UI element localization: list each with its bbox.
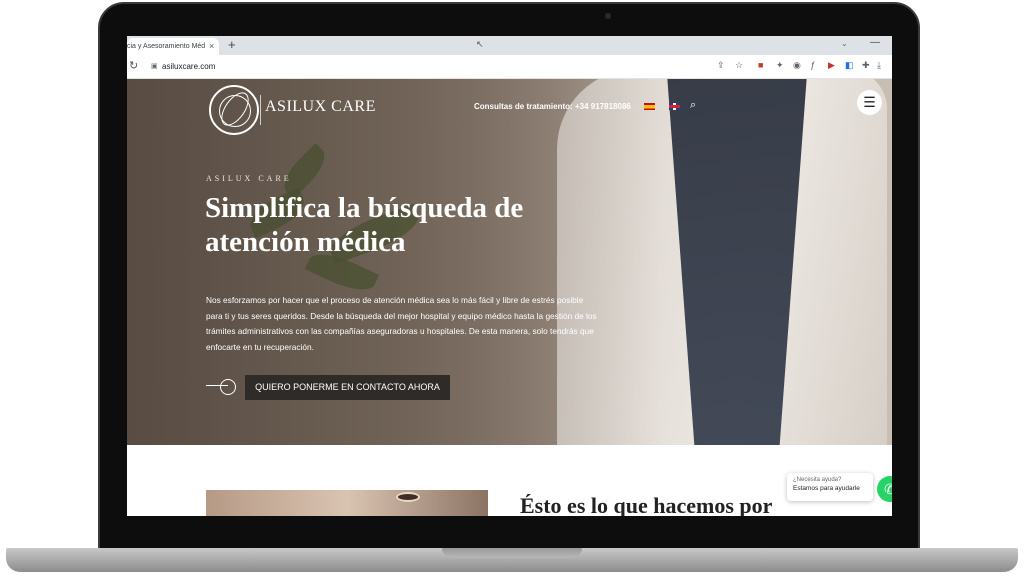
laptop-screen: cia y Asesoramiento Méd × + ↖ ⌄ — ↻ ▣ as… (127, 36, 892, 516)
hero-overlay (127, 79, 892, 445)
contact-now-button[interactable]: QUIERO PONERME EN CONTACTO AHORA (245, 375, 450, 400)
translate-extension-icon[interactable]: ◧ (845, 60, 854, 71)
extensions-icon[interactable]: ✚ (862, 60, 870, 71)
help-bubble-question: ¿Necesita ayuda? (793, 477, 842, 483)
logo-text[interactable]: ASILUX CARE (265, 98, 376, 116)
tab-title: cia y Asesoramiento Méd (127, 43, 206, 50)
services-section: Ésto es lo que hacemos por ¿Necesita ayu… (127, 445, 892, 516)
browser-toolbar: ↻ ▣ asiluxcare.com ⇪ ☆ ■ ✦ ◉ ƒ ▶ ◧ ✚ ⤓ (127, 55, 892, 79)
window-minimize-icon[interactable]: — (870, 37, 880, 48)
hero-section: ASILUX CARE Consultas de tratamiento: +3… (127, 79, 892, 445)
address-bar[interactable]: asiluxcare.com (162, 62, 215, 71)
nav-consult-label: Consultas de tratamiento: (474, 102, 573, 111)
spanish-flag-icon[interactable] (644, 103, 655, 110)
logo-divider (260, 95, 261, 125)
help-bubble-message: Estamos para ayudarle (793, 485, 860, 492)
browser-tabstrip: cia y Asesoramiento Méd × + ↖ ⌄ — (127, 36, 892, 55)
laptop-notch (442, 548, 582, 558)
cta-arrow-icon[interactable] (206, 379, 236, 395)
reload-icon[interactable]: ↻ (129, 59, 138, 72)
hamburger-menu-button[interactable]: ☰ (857, 90, 882, 115)
nav-phone-link[interactable]: +34 917818086 (575, 102, 631, 111)
webcam (605, 13, 611, 19)
hero-lead-text: Nos esforzamos por hacer que el proceso … (206, 295, 597, 352)
new-tab-button[interactable]: + (228, 37, 236, 52)
tab-search-chevron-icon[interactable]: ⌄ (841, 39, 848, 48)
hero-headline: Simplifica la búsqueda de atención médic… (205, 192, 524, 258)
browser-tab-active[interactable]: cia y Asesoramiento Méd × (127, 38, 219, 55)
download-icon[interactable]: ⤓ (877, 60, 881, 71)
bookmark-star-icon[interactable]: ☆ (735, 60, 743, 71)
hero-eyebrow: ASILUX CARE (206, 174, 292, 183)
eye-detail (396, 492, 420, 502)
services-image (206, 490, 488, 516)
mouse-cursor-icon: ↖ (476, 39, 484, 49)
services-title: Ésto es lo que hacemos por (520, 493, 773, 516)
camera-extension-icon[interactable]: ◉ (793, 60, 801, 71)
help-chat-bubble[interactable]: ¿Necesita ayuda? Estamos para ayudarle (787, 473, 873, 501)
share-icon[interactable]: ⇪ (717, 60, 725, 71)
whatsapp-icon[interactable]: ✆ (877, 476, 892, 502)
tab-close-icon[interactable]: × (209, 41, 214, 51)
english-flag-icon[interactable] (669, 103, 680, 110)
logo-icon[interactable] (209, 85, 259, 135)
formula-extension-icon[interactable]: ƒ (810, 60, 815, 70)
extension-red-icon[interactable]: ■ (758, 60, 763, 70)
video-extension-icon[interactable]: ▶ (828, 60, 835, 71)
search-icon[interactable]: ⌕ (690, 99, 696, 112)
extension-puzzle-icon[interactable]: ✦ (776, 60, 784, 71)
lock-icon[interactable]: ▣ (151, 62, 158, 70)
